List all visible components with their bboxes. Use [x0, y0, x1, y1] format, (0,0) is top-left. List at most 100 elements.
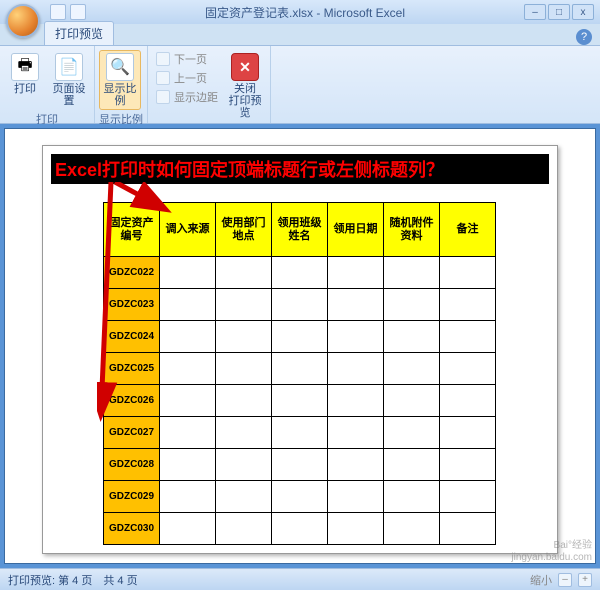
- show-margins-button[interactable]: 显示边距: [152, 88, 222, 106]
- table-row: GDZC028: [104, 449, 496, 481]
- row-id-cell: GDZC023: [104, 289, 160, 321]
- arrow-down-icon: [156, 52, 170, 66]
- table-header-cell: 固定资产编号: [104, 203, 160, 257]
- zoom-in-button[interactable]: +: [578, 573, 592, 587]
- table-cell: [160, 257, 216, 289]
- table-cell: [160, 321, 216, 353]
- table-cell: [328, 481, 384, 513]
- row-id-cell: GDZC030: [104, 513, 160, 545]
- table-cell: [160, 449, 216, 481]
- statusbar: 打印预览: 第 4 页 共 4 页 缩小 – +: [0, 568, 600, 590]
- printer-icon: 🖶: [11, 53, 39, 81]
- ribbon-tabs: 打印预览 ?: [0, 24, 600, 46]
- help-icon[interactable]: ?: [576, 29, 592, 45]
- table-cell: [160, 289, 216, 321]
- table-cell: [440, 353, 496, 385]
- table-header-row: 固定资产编号调入来源使用部门地点领用班级姓名领用日期随机附件资料备注: [104, 203, 496, 257]
- table-cell: [328, 257, 384, 289]
- table-cell: [440, 385, 496, 417]
- qat-dropdown-icon[interactable]: [70, 4, 86, 20]
- ribbon: 🖶 打印 📄 页面设置 打印 🔍 显示比例 显示比例: [0, 46, 600, 124]
- preview-page: Excel打印时如何固定顶端标题行或左侧标题列？ 固定资产编号调入来源使用部门地…: [42, 145, 558, 554]
- close-icon: ✕: [231, 53, 259, 81]
- table-cell: [440, 481, 496, 513]
- page-setup-button[interactable]: 📄 页面设置: [48, 50, 90, 110]
- table-cell: [384, 481, 440, 513]
- table-cell: [440, 449, 496, 481]
- table-row: GDZC026: [104, 385, 496, 417]
- table-row: GDZC029: [104, 481, 496, 513]
- table-cell: [440, 417, 496, 449]
- table-cell: [272, 417, 328, 449]
- table-cell: [272, 257, 328, 289]
- office-button[interactable]: [6, 4, 40, 38]
- table-cell: [272, 513, 328, 545]
- table-cell: [272, 353, 328, 385]
- table-header-cell: 领用班级姓名: [272, 203, 328, 257]
- page-setup-icon: 📄: [55, 53, 83, 81]
- table-cell: [272, 321, 328, 353]
- table-cell: [328, 449, 384, 481]
- table-cell: [328, 385, 384, 417]
- window-controls: – □ x: [524, 4, 594, 20]
- table-cell: [160, 353, 216, 385]
- table-cell: [216, 417, 272, 449]
- prev-page-button[interactable]: 上一页: [152, 69, 222, 87]
- table-cell: [160, 481, 216, 513]
- table-cell: [384, 385, 440, 417]
- ribbon-group-preview: 下一页 上一页 显示边距 ✕ 关闭打印预览 预览: [148, 46, 271, 123]
- table-header-cell: 调入来源: [160, 203, 216, 257]
- table-cell: [272, 385, 328, 417]
- checkbox-icon: [156, 90, 170, 104]
- status-text: 打印预览: 第 4 页 共 4 页: [8, 572, 138, 588]
- qat-save-icon[interactable]: [50, 4, 66, 20]
- table-row: GDZC024: [104, 321, 496, 353]
- table-cell: [216, 481, 272, 513]
- row-id-cell: GDZC024: [104, 321, 160, 353]
- zoom-out-button[interactable]: –: [558, 573, 572, 587]
- close-preview-button[interactable]: ✕ 关闭打印预览: [224, 50, 266, 122]
- row-id-cell: GDZC028: [104, 449, 160, 481]
- table-cell: [440, 289, 496, 321]
- table-cell: [440, 321, 496, 353]
- table-cell: [216, 449, 272, 481]
- table-row: GDZC027: [104, 417, 496, 449]
- maximize-button[interactable]: □: [548, 4, 570, 20]
- table-cell: [384, 449, 440, 481]
- table-cell: [328, 289, 384, 321]
- table-cell: [216, 385, 272, 417]
- table-cell: [384, 353, 440, 385]
- table-cell: [272, 449, 328, 481]
- print-button[interactable]: 🖶 打印: [4, 50, 46, 98]
- row-id-cell: GDZC022: [104, 257, 160, 289]
- table-row: GDZC025: [104, 353, 496, 385]
- table-cell: [216, 321, 272, 353]
- table-cell: [216, 513, 272, 545]
- banner-text: Excel打印时如何固定顶端标题行或左侧标题列？: [51, 154, 549, 184]
- table-cell: [272, 289, 328, 321]
- table-cell: [216, 353, 272, 385]
- table-cell: [328, 417, 384, 449]
- row-id-cell: GDZC026: [104, 385, 160, 417]
- table-cell: [160, 385, 216, 417]
- zoom-button[interactable]: 🔍 显示比例: [99, 50, 141, 110]
- table-cell: [384, 289, 440, 321]
- arrow-up-icon: [156, 71, 170, 85]
- page-scroll[interactable]: Excel打印时如何固定顶端标题行或左侧标题列？ 固定资产编号调入来源使用部门地…: [4, 128, 596, 564]
- table-row: GDZC022: [104, 257, 496, 289]
- table-cell: [440, 257, 496, 289]
- magnifier-icon: 🔍: [106, 53, 134, 81]
- close-button[interactable]: x: [572, 4, 594, 20]
- preview-area: Excel打印时如何固定顶端标题行或左侧标题列？ 固定资产编号调入来源使用部门地…: [0, 124, 600, 568]
- next-page-button[interactable]: 下一页: [152, 50, 222, 68]
- table-row: GDZC023: [104, 289, 496, 321]
- ribbon-group-zoom: 🔍 显示比例 显示比例: [95, 46, 148, 123]
- minimize-button[interactable]: –: [524, 4, 546, 20]
- table-cell: [328, 353, 384, 385]
- table-header-cell: 使用部门地点: [216, 203, 272, 257]
- table-cell: [328, 321, 384, 353]
- table-body: GDZC022GDZC023GDZC024GDZC025GDZC026GDZC0…: [104, 257, 496, 545]
- table-header-cell: 随机附件资料: [384, 203, 440, 257]
- table-cell: [272, 481, 328, 513]
- tab-print-preview[interactable]: 打印预览: [44, 21, 114, 45]
